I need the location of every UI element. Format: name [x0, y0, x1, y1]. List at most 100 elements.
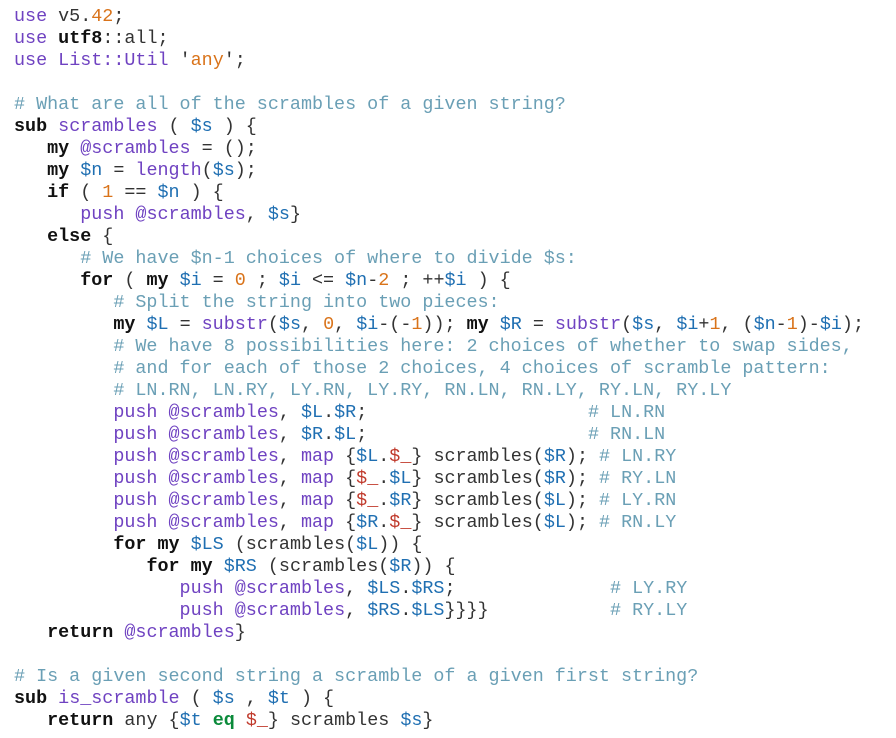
code-token-keyword-bold: utf8 — [58, 28, 103, 49]
code-line: push @scrambles, map {$L.$_} scrambles($… — [14, 446, 864, 468]
code-token-comment: # Split the string into two pieces: — [113, 292, 500, 313]
code-token-number: 2 — [378, 270, 390, 291]
code-line: # and for each of those 2 choices, 4 cho… — [14, 358, 864, 380]
code-token-plain: = — [168, 314, 202, 335]
code-line: # LN.RN, LN.RY, LY.RN, LY.RY, RN.LN, RN.… — [14, 380, 864, 402]
code-token-keyword-bold: for — [80, 270, 114, 291]
code-line: push @scrambles, $RS.$LS}}}} # RY.LY — [14, 600, 864, 622]
code-line: push @scrambles, map {$_.$L} scrambles($… — [14, 468, 864, 490]
code-token-plain: any — [124, 710, 158, 731]
code-line: use utf8::all; — [14, 28, 864, 50]
code-token-variable: $i — [676, 314, 699, 335]
code-token-plain: ); — [565, 468, 600, 489]
code-token-variable: $i — [278, 270, 301, 291]
code-token-plain: ; — [356, 424, 368, 445]
code-line: push @scrambles, map {$R.$_} scrambles($… — [14, 512, 864, 534]
code-token-comment: # LY.RY — [610, 578, 688, 599]
code-token-comment: # LY.RN — [599, 490, 677, 511]
code-token-variable: $s — [278, 314, 301, 335]
code-token-keyword-bold: for — [146, 556, 180, 577]
code-token-comment: # We have 8 possibilities here: 2 choice… — [113, 336, 853, 357]
code-token-plain: . — [400, 578, 412, 599]
code-token-function: use — [14, 50, 48, 71]
code-token-plain: , — [278, 446, 301, 467]
code-token-plain: ) { — [466, 270, 511, 291]
code-token-plain: ( — [345, 534, 357, 555]
code-token-variable: $L — [300, 402, 324, 423]
code-token-plain: { — [157, 710, 180, 731]
code-token-function: push — [113, 490, 158, 511]
code-token-variable: $i — [444, 270, 467, 291]
code-token-plain: { — [334, 468, 357, 489]
code-token-plain: }}}} — [444, 600, 489, 621]
code-token-variable: $L — [389, 468, 412, 489]
code-token-function: @scrambles — [124, 622, 235, 643]
code-token-plain: ; — [113, 6, 125, 27]
code-token-plain: ; — [444, 578, 456, 599]
code-token-plain: ( — [69, 182, 103, 203]
code-token-variable: $s — [632, 314, 655, 335]
code-token-plain: { — [334, 490, 357, 511]
code-token-variable: $s — [212, 688, 235, 709]
code-token-plain: ' — [223, 50, 235, 71]
code-token-plain: , — [278, 490, 301, 511]
code-token-comment: # Is a given second string a scramble of… — [14, 666, 699, 687]
code-token-variable: $L — [334, 424, 357, 445]
code-token-variable: $LS — [190, 534, 224, 555]
code-token-keyword-bold: else — [47, 226, 92, 247]
code-token-plain: ( — [113, 270, 147, 291]
code-token-plain: ); — [565, 490, 600, 511]
code-token-function: map — [300, 490, 335, 511]
code-token-function: map — [300, 468, 335, 489]
code-line: # Is a given second string a scramble of… — [14, 666, 864, 688]
code-token-special-var: $_ — [245, 710, 268, 731]
code-token-variable: $n — [345, 270, 368, 291]
code-token-function: push — [113, 468, 158, 489]
code-token-variable: $n — [157, 182, 180, 203]
code-token-variable: $LS — [411, 600, 445, 621]
code-token-number: 1 — [709, 314, 721, 335]
code-token-plain: ( — [532, 446, 544, 467]
code-token-comment: # LN.RN, LN.RY, LY.RN, LY.RY, RN.LN, RN.… — [113, 380, 732, 401]
code-line: # We have 8 possibilities here: 2 choice… — [14, 336, 864, 358]
code-token-plain: ( — [267, 314, 279, 335]
code-token-function: @scrambles — [234, 600, 346, 621]
code-token-plain: scrambles — [289, 710, 390, 731]
code-token-number: 0 — [234, 270, 246, 291]
code-token-plain: ( — [157, 116, 191, 137]
code-token-plain: scrambles — [245, 534, 346, 555]
code-token-variable: $L — [356, 446, 379, 467]
code-token-plain: == — [113, 182, 158, 203]
code-token-function: List::Util — [58, 50, 169, 71]
code-token-function: @scrambles — [168, 424, 279, 445]
code-editor[interactable]: use v5.42; use utf8::all; use List::Util '… — [14, 6, 864, 732]
code-token-plain: + — [698, 314, 710, 335]
code-line: push @scrambles, map {$_.$R} scrambles($… — [14, 490, 864, 512]
code-token-plain: ; — [356, 402, 368, 423]
code-token-plain: , — [345, 600, 368, 621]
code-token-variable: $t — [179, 710, 202, 731]
code-token-plain: ' — [179, 50, 191, 71]
code-token-plain: } — [411, 490, 434, 511]
code-token-function: @scrambles — [168, 468, 279, 489]
